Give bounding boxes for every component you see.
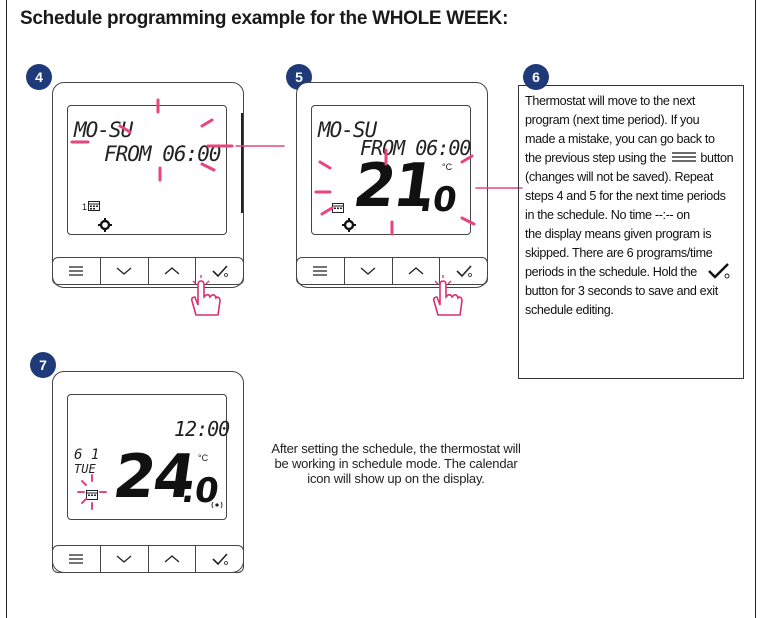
step-7-caption: After setting the schedule, the thermost… xyxy=(271,441,521,486)
chevron-up-icon xyxy=(164,267,180,275)
step6-line: (changes will not be saved). Repeat xyxy=(525,170,713,184)
menu-icon xyxy=(672,152,697,162)
down-button-5[interactable] xyxy=(345,258,393,284)
hand-pointer-icon xyxy=(191,275,221,316)
temperature-unit-7: °C xyxy=(198,453,209,463)
button-row-7 xyxy=(52,545,244,573)
step6-line: Thermostat will move to the next xyxy=(525,94,696,108)
step6-line: the display means given program is xyxy=(525,227,712,241)
step6-line-part: button xyxy=(700,151,734,165)
blink-marks-4 xyxy=(70,98,285,182)
up-button-7[interactable] xyxy=(149,546,197,572)
step6-line: periods in the schedule. Hold the xyxy=(525,263,737,282)
menu-button-5[interactable] xyxy=(297,258,345,284)
down-button-4[interactable] xyxy=(101,258,149,284)
step6-line: program (next time period). If you xyxy=(525,113,700,127)
step-badge-4: 4 xyxy=(26,64,52,90)
chevron-down-icon xyxy=(360,267,376,275)
blink-marks-5 xyxy=(314,148,523,236)
menu-button-4[interactable] xyxy=(53,258,101,284)
chevron-down-icon xyxy=(116,267,132,275)
step6-line-part: the previous step using the xyxy=(525,151,667,165)
step6-line: in the schedule. No time --:-- on xyxy=(525,208,690,222)
hand-pointer-icon xyxy=(433,275,463,316)
step6-line: steps 4 and 5 for the next time periods xyxy=(525,189,726,203)
menu-icon xyxy=(69,266,84,276)
chevron-up-icon xyxy=(164,555,180,563)
step6-line: the previous step using the button xyxy=(525,149,737,168)
chevron-up-icon xyxy=(408,267,424,275)
step6-line: schedule editing. xyxy=(525,303,614,317)
step6-line-part: periods in the schedule. Hold the xyxy=(525,265,697,279)
step6-line: button for 3 seconds to save and exit xyxy=(525,284,718,298)
step6-line: skipped. There are 6 programs/time xyxy=(525,246,713,260)
step-6-instructions: Thermostat will move to the next program… xyxy=(518,85,744,379)
menu-icon xyxy=(313,266,328,276)
menu-icon xyxy=(69,554,84,564)
blink-marks-7 xyxy=(77,474,107,510)
check-power-icon xyxy=(212,553,228,566)
signal-icon xyxy=(211,501,223,509)
menu-button-7[interactable] xyxy=(53,546,101,572)
chevron-down-icon xyxy=(116,555,132,563)
page-title: Schedule programming example for the WHO… xyxy=(20,8,509,29)
lcd-time-7: 12:00 xyxy=(174,417,230,441)
down-button-7[interactable] xyxy=(101,546,149,572)
check-power-icon xyxy=(708,263,730,279)
confirm-button-7[interactable] xyxy=(196,546,243,572)
step6-line: made a mistake, you can go back to xyxy=(525,132,715,146)
